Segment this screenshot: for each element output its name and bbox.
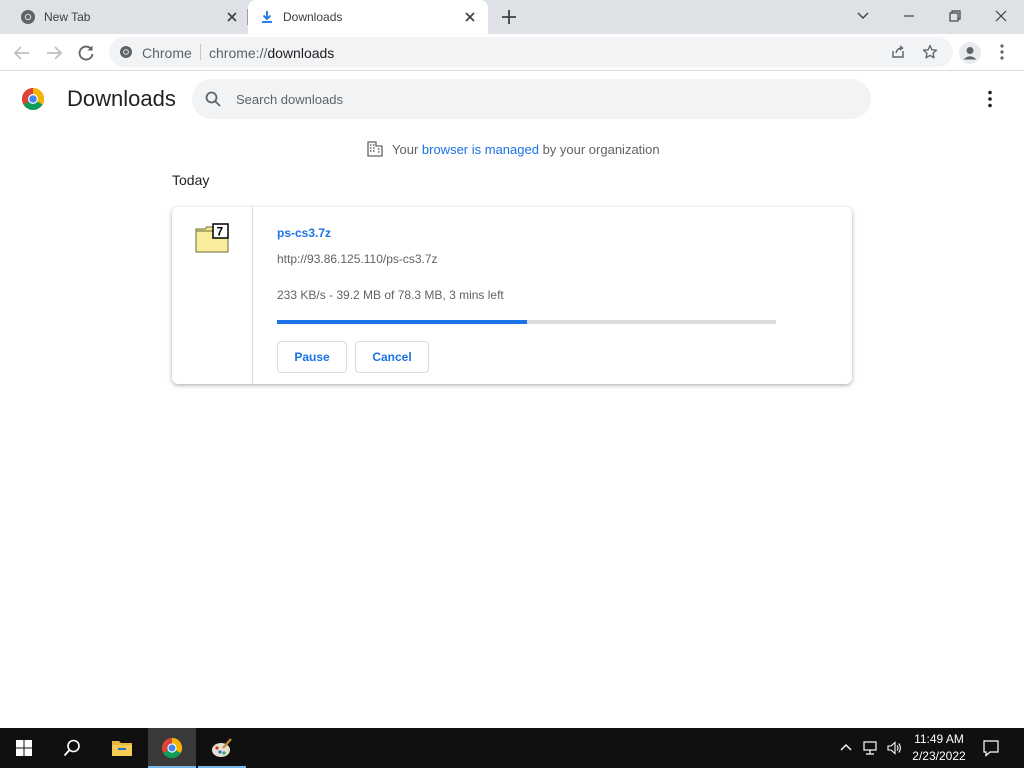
new-tab-button[interactable] — [499, 7, 519, 27]
search-icon — [63, 739, 80, 757]
building-icon — [367, 141, 383, 157]
managed-link[interactable]: browser is managed — [422, 142, 539, 157]
tab-title: Downloads — [283, 10, 343, 24]
windows-taskbar: 11:49 AM 2/23/2022 — [0, 728, 1024, 768]
file-source-url: http://93.86.125.110/ps-cs3.7z — [277, 252, 438, 266]
managed-prefix: Your — [392, 142, 422, 157]
tab-title: New Tab — [44, 10, 91, 24]
cancel-button[interactable]: Cancel — [355, 341, 429, 373]
search-box[interactable] — [192, 79, 871, 119]
system-clock[interactable]: 11:49 AM 2/23/2022 — [904, 731, 974, 765]
chevron-up-icon[interactable] — [838, 740, 854, 756]
chrome-icon — [21, 10, 35, 24]
chrome-icon — [161, 737, 183, 759]
restore-button[interactable] — [943, 5, 967, 27]
search-icon — [205, 91, 221, 107]
file-explorer-icon — [112, 741, 132, 756]
minimize-button[interactable] — [897, 5, 921, 27]
tab-search-button[interactable] — [851, 5, 875, 27]
more-vert-icon[interactable] — [994, 43, 1010, 61]
notification-icon[interactable] — [982, 739, 1000, 757]
download-card: 7 ps-cs3.7z http://93.86.125.110/ps-cs3.… — [172, 207, 852, 384]
windows-start-icon — [16, 740, 32, 756]
progress-fill — [277, 320, 527, 324]
back-icon[interactable] — [11, 42, 33, 64]
close-icon — [995, 10, 1007, 22]
volume-icon[interactable] — [886, 740, 902, 756]
start-button[interactable] — [0, 728, 48, 768]
taskbar-search-button[interactable] — [48, 728, 96, 768]
clock-time: 11:49 AM — [914, 732, 964, 746]
share-icon[interactable] — [890, 44, 906, 60]
pause-button[interactable]: Pause — [277, 341, 347, 373]
paint-icon — [212, 738, 232, 757]
svg-text:7: 7 — [217, 225, 224, 239]
clock-date: 2/23/2022 — [912, 749, 966, 763]
more-vert-icon[interactable] — [982, 89, 998, 109]
network-icon[interactable] — [862, 740, 878, 756]
address-bar[interactable]: Chrome chrome://downloads — [109, 37, 953, 67]
taskbar-chrome[interactable] — [148, 728, 196, 768]
chrome-icon — [120, 46, 132, 58]
section-date: Today — [172, 172, 210, 188]
url-scheme: chrome:// — [209, 45, 268, 61]
download-progress-bar — [277, 320, 776, 324]
star-icon[interactable] — [922, 44, 938, 60]
minimize-icon — [904, 15, 914, 17]
file-name-link[interactable]: ps-cs3.7z — [277, 226, 331, 240]
tab-new-tab[interactable]: New Tab — [0, 0, 248, 34]
download-status: 233 KB/s - 39.2 MB of 78.3 MB, 3 mins le… — [277, 288, 504, 302]
profile-icon[interactable] — [958, 41, 982, 65]
omnibox-divider — [200, 44, 201, 60]
search-input[interactable] — [236, 87, 836, 111]
site-chip: Chrome — [142, 45, 192, 61]
tab-downloads[interactable]: Downloads — [248, 0, 488, 34]
download-icon — [262, 11, 272, 23]
close-icon[interactable] — [224, 9, 240, 25]
browser-toolbar: Chrome chrome://downloads — [0, 34, 1024, 71]
chevron-down-icon — [857, 12, 869, 19]
card-divider — [252, 207, 253, 384]
reload-icon[interactable] — [75, 42, 97, 64]
url-host: downloads — [267, 45, 335, 61]
tab-strip: New Tab Downloads — [0, 0, 1024, 34]
page-title: Downloads — [67, 86, 176, 111]
url-text: chrome://downloads — [209, 45, 334, 61]
close-icon[interactable] — [462, 9, 478, 25]
chrome-logo-icon — [22, 88, 44, 110]
close-window-button[interactable] — [989, 5, 1013, 27]
managed-message: Your browser is managed by your organiza… — [392, 142, 660, 157]
taskbar-paint[interactable] — [198, 728, 246, 768]
restore-icon — [949, 10, 961, 22]
forward-icon[interactable] — [43, 42, 65, 64]
taskbar-file-explorer[interactable] — [98, 728, 146, 768]
managed-suffix: by your organization — [538, 142, 660, 157]
7z-archive-icon: 7 — [195, 223, 229, 253]
